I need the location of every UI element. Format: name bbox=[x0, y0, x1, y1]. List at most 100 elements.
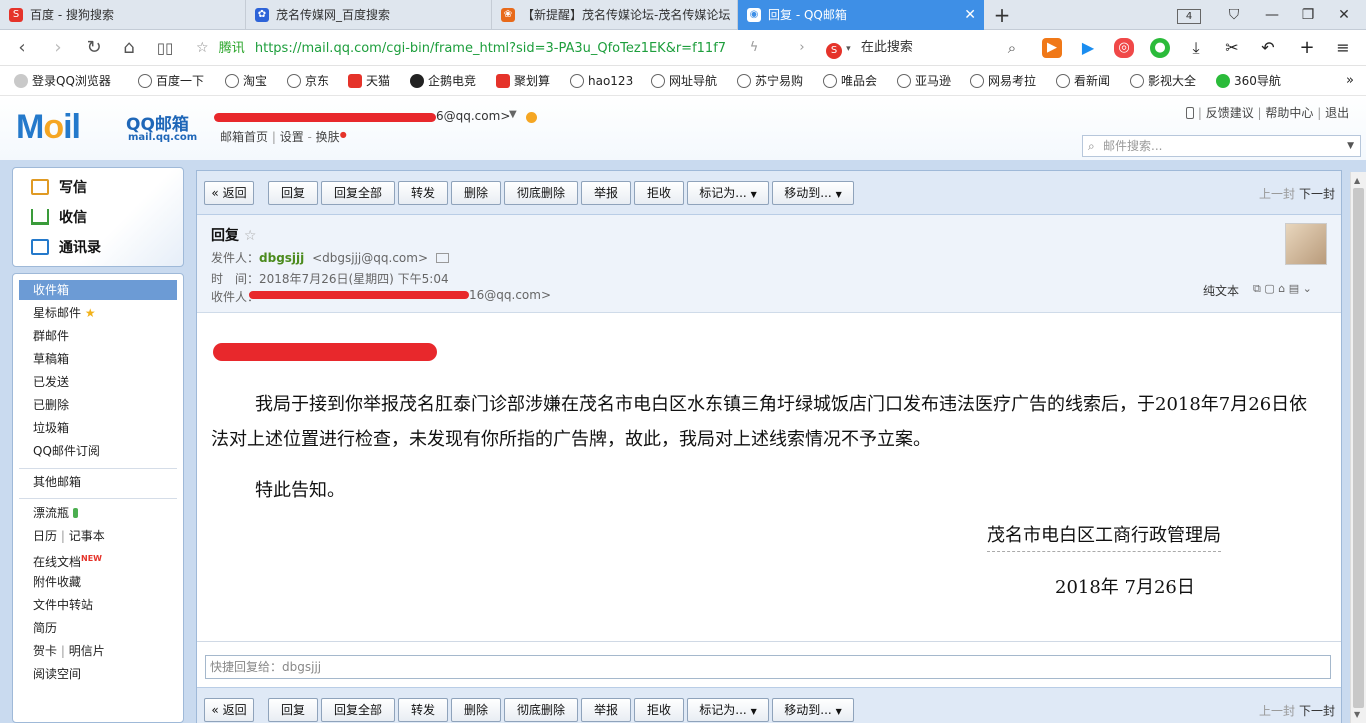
sender-avatar[interactable] bbox=[1285, 223, 1327, 265]
next-email-link[interactable]: 下一封 bbox=[1299, 185, 1335, 202]
lightning-icon[interactable]: ϟ bbox=[742, 36, 766, 60]
delete-button[interactable]: 删除 bbox=[451, 698, 501, 722]
home-icon[interactable]: ⌂ bbox=[117, 36, 141, 60]
play-icon[interactable]: ▶ bbox=[1078, 38, 1098, 58]
contact-card-icon[interactable] bbox=[435, 253, 449, 263]
drift-bottle[interactable]: 漂流瓶 bbox=[33, 503, 78, 523]
qq-mail-logo[interactable]: Moil QQ邮箱 mail.qq.com bbox=[16, 108, 197, 147]
permanent-delete-button[interactable]: 彻底删除 bbox=[504, 181, 578, 205]
notes-link[interactable]: 记事本 bbox=[69, 529, 105, 543]
bookmark-baidu[interactable]: 百度一下 bbox=[138, 66, 204, 96]
account-dropdown-icon[interactable]: ▼ bbox=[509, 109, 517, 120]
menu-icon[interactable]: ≡ bbox=[1333, 38, 1353, 58]
mobile-icon[interactable] bbox=[1186, 107, 1194, 119]
folder-subscriptions[interactable]: QQ邮件订阅 bbox=[33, 441, 100, 461]
reader-icon[interactable]: ▯▯ bbox=[153, 36, 177, 60]
mail-home-link[interactable]: 邮箱首页 bbox=[220, 130, 268, 144]
reject-button[interactable]: 拒收 bbox=[634, 698, 684, 722]
shirt-skin-icon[interactable]: ⛉ bbox=[1224, 0, 1244, 30]
download-icon[interactable]: ⤓ bbox=[1186, 38, 1206, 58]
tab-count-button[interactable]: 4 bbox=[1176, 0, 1202, 30]
permanent-delete-button[interactable]: 彻底删除 bbox=[504, 698, 578, 722]
other-mailboxes[interactable]: 其他邮箱 bbox=[33, 472, 81, 492]
game-icon[interactable]: ◎ bbox=[1114, 38, 1134, 58]
tab-maoming-baidu[interactable]: ✿ 茂名传媒网_百度搜索 bbox=[246, 0, 492, 30]
back-button[interactable]: « 返回 bbox=[204, 181, 254, 205]
star-icon[interactable]: ☆ bbox=[196, 40, 209, 56]
new-tab-button[interactable]: + bbox=[990, 0, 1014, 30]
more-bookmarks-icon[interactable]: » bbox=[1346, 66, 1354, 96]
bookmark-news[interactable]: 看新闻 bbox=[1056, 66, 1110, 96]
expand-icon[interactable]: ⌄ bbox=[1303, 282, 1312, 295]
folder-starred[interactable]: 星标邮件 ★ bbox=[33, 303, 96, 323]
reply-button[interactable]: 回复 bbox=[268, 181, 318, 205]
bookmark-hao123[interactable]: hao123 bbox=[570, 66, 633, 96]
print-icon[interactable]: ▤ bbox=[1289, 282, 1299, 295]
maximize-button[interactable]: ❐ bbox=[1298, 0, 1318, 30]
bookmark-tmall[interactable]: 天猫 bbox=[348, 66, 390, 96]
reply-button[interactable]: 回复 bbox=[268, 698, 318, 722]
plain-text-link[interactable]: 纯文本 bbox=[1203, 282, 1239, 299]
search-icon[interactable]: ⌕ bbox=[1000, 36, 1024, 60]
reject-button[interactable]: 拒收 bbox=[634, 181, 684, 205]
sender-name[interactable]: dbgsjjj bbox=[259, 251, 304, 265]
move-to-dropdown[interactable]: 移动到... ▼ bbox=[772, 698, 854, 722]
scroll-down-icon[interactable]: ▼ bbox=[1354, 710, 1360, 719]
wechat-icon[interactable]: ● bbox=[1150, 38, 1170, 58]
new-window-icon[interactable]: ⧉ bbox=[1253, 282, 1261, 295]
prev-email-link[interactable]: 上一封 bbox=[1259, 185, 1295, 202]
close-window-button[interactable]: ✕ bbox=[1334, 0, 1354, 30]
mark-as-dropdown[interactable]: 标记为... ▼ bbox=[687, 181, 769, 205]
url-field[interactable]: ☆ 腾讯 https://mail.qq.com/cgi-bin/frame_h… bbox=[196, 34, 816, 62]
forward-arrow-icon[interactable]: › bbox=[46, 36, 70, 60]
forward-button[interactable]: 转发 bbox=[398, 181, 448, 205]
contacts-button[interactable]: 通讯录 bbox=[31, 236, 101, 260]
bookmark-vip[interactable]: 唯品会 bbox=[823, 66, 877, 96]
bookmark-amazon[interactable]: 亚马逊 bbox=[897, 66, 951, 96]
forward-button[interactable]: 转发 bbox=[398, 698, 448, 722]
mark-as-dropdown[interactable]: 标记为... ▼ bbox=[687, 698, 769, 722]
bookmark-navigation[interactable]: 网址导航 bbox=[651, 66, 717, 96]
help-link[interactable]: 帮助中心 bbox=[1265, 106, 1313, 120]
report-button[interactable]: 举报 bbox=[581, 698, 631, 722]
postcard-link[interactable]: 明信片 bbox=[69, 644, 105, 658]
back-arrow-icon[interactable]: ‹ bbox=[10, 36, 34, 60]
bookmark-video[interactable]: 影视大全 bbox=[1130, 66, 1196, 96]
scroll-up-icon[interactable]: ▲ bbox=[1354, 176, 1360, 185]
folder-icon[interactable]: ⌂ bbox=[1278, 282, 1285, 295]
scrollbar-thumb[interactable] bbox=[1353, 188, 1364, 708]
refresh-icon[interactable]: ↻ bbox=[82, 36, 106, 60]
bookmark-jd[interactable]: 京东 bbox=[287, 66, 329, 96]
receive-button[interactable]: 收信 bbox=[31, 206, 87, 230]
bookmark-juhuasuan[interactable]: 聚划算 bbox=[496, 66, 550, 96]
reply-all-button[interactable]: 回复全部 bbox=[321, 181, 395, 205]
report-button[interactable]: 举报 bbox=[581, 181, 631, 205]
scissors-icon[interactable]: ✂ bbox=[1222, 38, 1242, 58]
bookmark-egame[interactable]: 企鹅电竞 bbox=[410, 66, 476, 96]
delete-button[interactable]: 删除 bbox=[451, 181, 501, 205]
prev-email-link[interactable]: 上一封 bbox=[1259, 702, 1295, 719]
warning-icon[interactable] bbox=[526, 112, 537, 123]
bookmark-kaola[interactable]: 网易考拉 bbox=[970, 66, 1036, 96]
add-icon[interactable]: + bbox=[1297, 38, 1317, 58]
search-dropdown-icon[interactable]: ▼ bbox=[1347, 136, 1354, 156]
note-icon[interactable]: ▢ bbox=[1264, 282, 1274, 295]
skin-link[interactable]: 换肤 bbox=[316, 130, 340, 144]
tab-maoming-forum[interactable]: ❀ 【新提醒】茂名传媒论坛-茂名传媒论坛 bbox=[492, 0, 738, 30]
bookmark-login-qq[interactable]: 登录QQ浏览器 bbox=[14, 66, 111, 96]
tab-qq-mail[interactable]: ◉ 回复 - QQ邮箱 ✕ bbox=[738, 0, 984, 30]
video-icon[interactable]: ▶ bbox=[1042, 38, 1062, 58]
reading-space[interactable]: 阅读空间 bbox=[33, 664, 81, 684]
folder-inbox[interactable]: 收件箱 bbox=[19, 280, 177, 300]
folder-group[interactable]: 群邮件 bbox=[33, 326, 69, 346]
calendar-link[interactable]: 日历 bbox=[33, 529, 57, 543]
feedback-link[interactable]: 反馈建议 bbox=[1206, 106, 1254, 120]
reply-all-button[interactable]: 回复全部 bbox=[321, 698, 395, 722]
resume[interactable]: 简历 bbox=[33, 618, 57, 638]
online-docs[interactable]: 在线文档NEW bbox=[33, 549, 102, 569]
quick-reply-input[interactable]: 快捷回复给：dbgsjjj bbox=[205, 655, 1331, 679]
folder-drafts[interactable]: 草稿箱 bbox=[33, 349, 69, 369]
chevron-right-icon[interactable]: › bbox=[790, 36, 814, 60]
logout-link[interactable]: 退出 bbox=[1325, 106, 1349, 120]
file-transfer[interactable]: 文件中转站 bbox=[33, 595, 93, 615]
